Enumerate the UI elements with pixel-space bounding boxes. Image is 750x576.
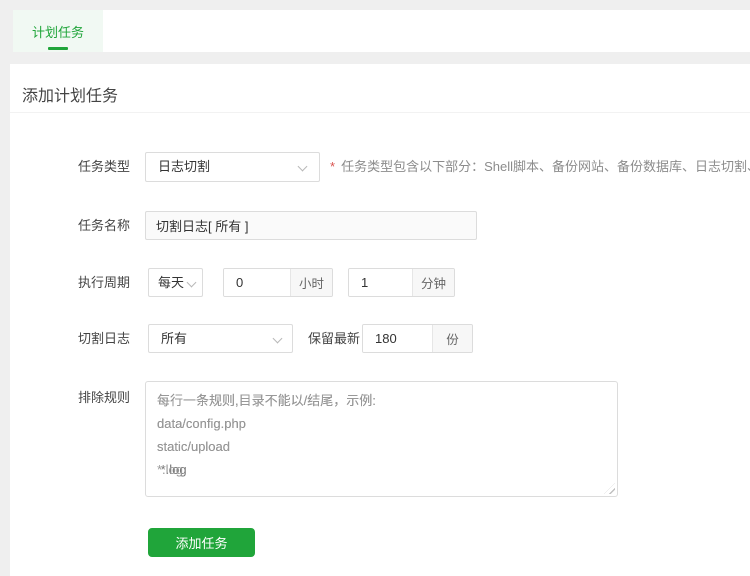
task-type-hint-text: 任务类型包含以下部分：Shell脚本、备份网站、备份数据库、日志切割、释放内存、 — [341, 159, 750, 174]
tab-scheduled-tasks[interactable]: 计划任务 — [13, 10, 103, 52]
task-type-hint: * 任务类型包含以下部分：Shell脚本、备份网站、备份数据库、日志切割、释放内存… — [330, 152, 750, 182]
row-exclude-rules: 排除规则 每行一条规则,目录不能以/结尾，示例: data/config.php… — [10, 381, 750, 497]
log-split-select-value: 所有 — [161, 331, 188, 346]
exclude-rules-textarea[interactable] — [145, 381, 618, 497]
keep-latest-unit: 份 — [432, 325, 472, 352]
period-hour-group: 小时 — [223, 268, 333, 297]
period-minute-unit: 分钟 — [411, 269, 454, 296]
page-title: 添加计划任务 — [22, 88, 119, 105]
period-minute-input[interactable] — [349, 269, 412, 296]
log-split-select[interactable]: 所有 — [148, 324, 293, 353]
keep-latest-group: 份 — [362, 324, 473, 353]
log-split-label: 切割日志 — [78, 331, 131, 346]
exclude-rules-wrap: 每行一条规则,目录不能以/结尾，示例: data/config.php stat… — [145, 381, 618, 497]
task-type-select-value: 日志切割 — [158, 159, 211, 174]
exclude-rules-label: 排除规则 — [78, 390, 131, 405]
required-asterisk: * — [330, 159, 336, 174]
main-panel: 添加计划任务 任务类型 日志切割 * 任务类型包含以下部分：Shell脚本、备份网… — [10, 64, 750, 576]
row-task-name: 任务名称 — [10, 211, 750, 240]
period-minute-group: 分钟 — [348, 268, 455, 297]
task-type-select[interactable]: 日志切割 — [145, 152, 320, 182]
task-name-input[interactable] — [145, 211, 477, 240]
row-task-type: 任务类型 日志切割 * 任务类型包含以下部分：Shell脚本、备份网站、备份数据库… — [10, 152, 750, 182]
period-hour-input[interactable] — [224, 269, 290, 296]
add-task-button[interactable]: 添加任务 — [148, 528, 255, 557]
task-name-label: 任务名称 — [78, 218, 131, 233]
tab-bar: 计划任务 — [13, 10, 750, 52]
keep-latest-input[interactable] — [363, 325, 432, 352]
task-type-label: 任务类型 — [78, 159, 131, 174]
keep-latest-label: 保留最新 — [308, 331, 361, 346]
row-period: 执行周期 每天 小时 分钟 — [10, 268, 750, 297]
period-label: 执行周期 — [78, 275, 131, 290]
period-cycle-select[interactable]: 每天 — [148, 268, 203, 297]
row-log-split: 切割日志 所有 保留最新 份 — [10, 324, 750, 353]
title-divider — [10, 112, 750, 113]
period-hour-unit: 小时 — [289, 269, 332, 296]
tab-active-underline — [48, 47, 68, 50]
tab-scheduled-tasks-label: 计划任务 — [31, 24, 84, 40]
